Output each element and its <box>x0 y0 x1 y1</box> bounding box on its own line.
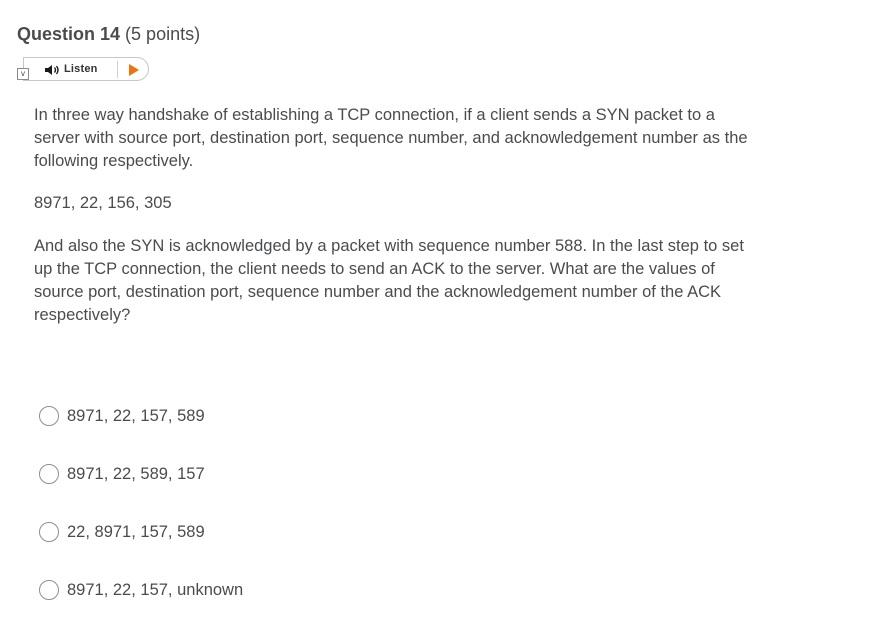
radio-button[interactable] <box>39 464 59 484</box>
answer-option-2[interactable]: 8971, 22, 589, 157 <box>39 463 205 485</box>
question-paragraph-2: 8971, 22, 156, 305 <box>34 194 172 212</box>
question-body: In three way handshake of establishing a… <box>34 104 754 327</box>
question-paragraph-1: In three way handshake of establishing a… <box>34 106 748 170</box>
answer-option-label: 8971, 22, 157, unknown <box>67 581 244 599</box>
question-title: Question 14 (5 points) <box>17 22 200 46</box>
play-icon[interactable] <box>129 64 139 76</box>
speaker-icon <box>45 65 59 75</box>
listen-button[interactable]: Listen <box>23 57 149 81</box>
question-number: Question 14 <box>17 24 121 44</box>
radio-button[interactable] <box>39 522 59 542</box>
listen-label: Listen <box>64 63 98 75</box>
listen-toolbar: Listen v <box>17 57 150 81</box>
answer-option-label: 8971, 22, 157, 589 <box>67 407 205 425</box>
question-paragraph-3: And also the SYN is acknowledged by a pa… <box>34 237 744 324</box>
listen-divider <box>117 61 118 78</box>
answer-option-3[interactable]: 22, 8971, 157, 589 <box>39 521 205 543</box>
answer-option-1[interactable]: 8971, 22, 157, 589 <box>39 405 205 427</box>
radio-button[interactable] <box>39 406 59 426</box>
answer-option-4[interactable]: 8971, 22, 157, unknown <box>39 579 243 601</box>
answer-option-label: 22, 8971, 157, 589 <box>67 523 205 541</box>
question-points: (5 points) <box>125 24 201 44</box>
answer-option-label: 8971, 22, 589, 157 <box>67 465 205 483</box>
listen-expand-toggle[interactable]: v <box>17 68 29 80</box>
radio-button[interactable] <box>39 580 59 600</box>
